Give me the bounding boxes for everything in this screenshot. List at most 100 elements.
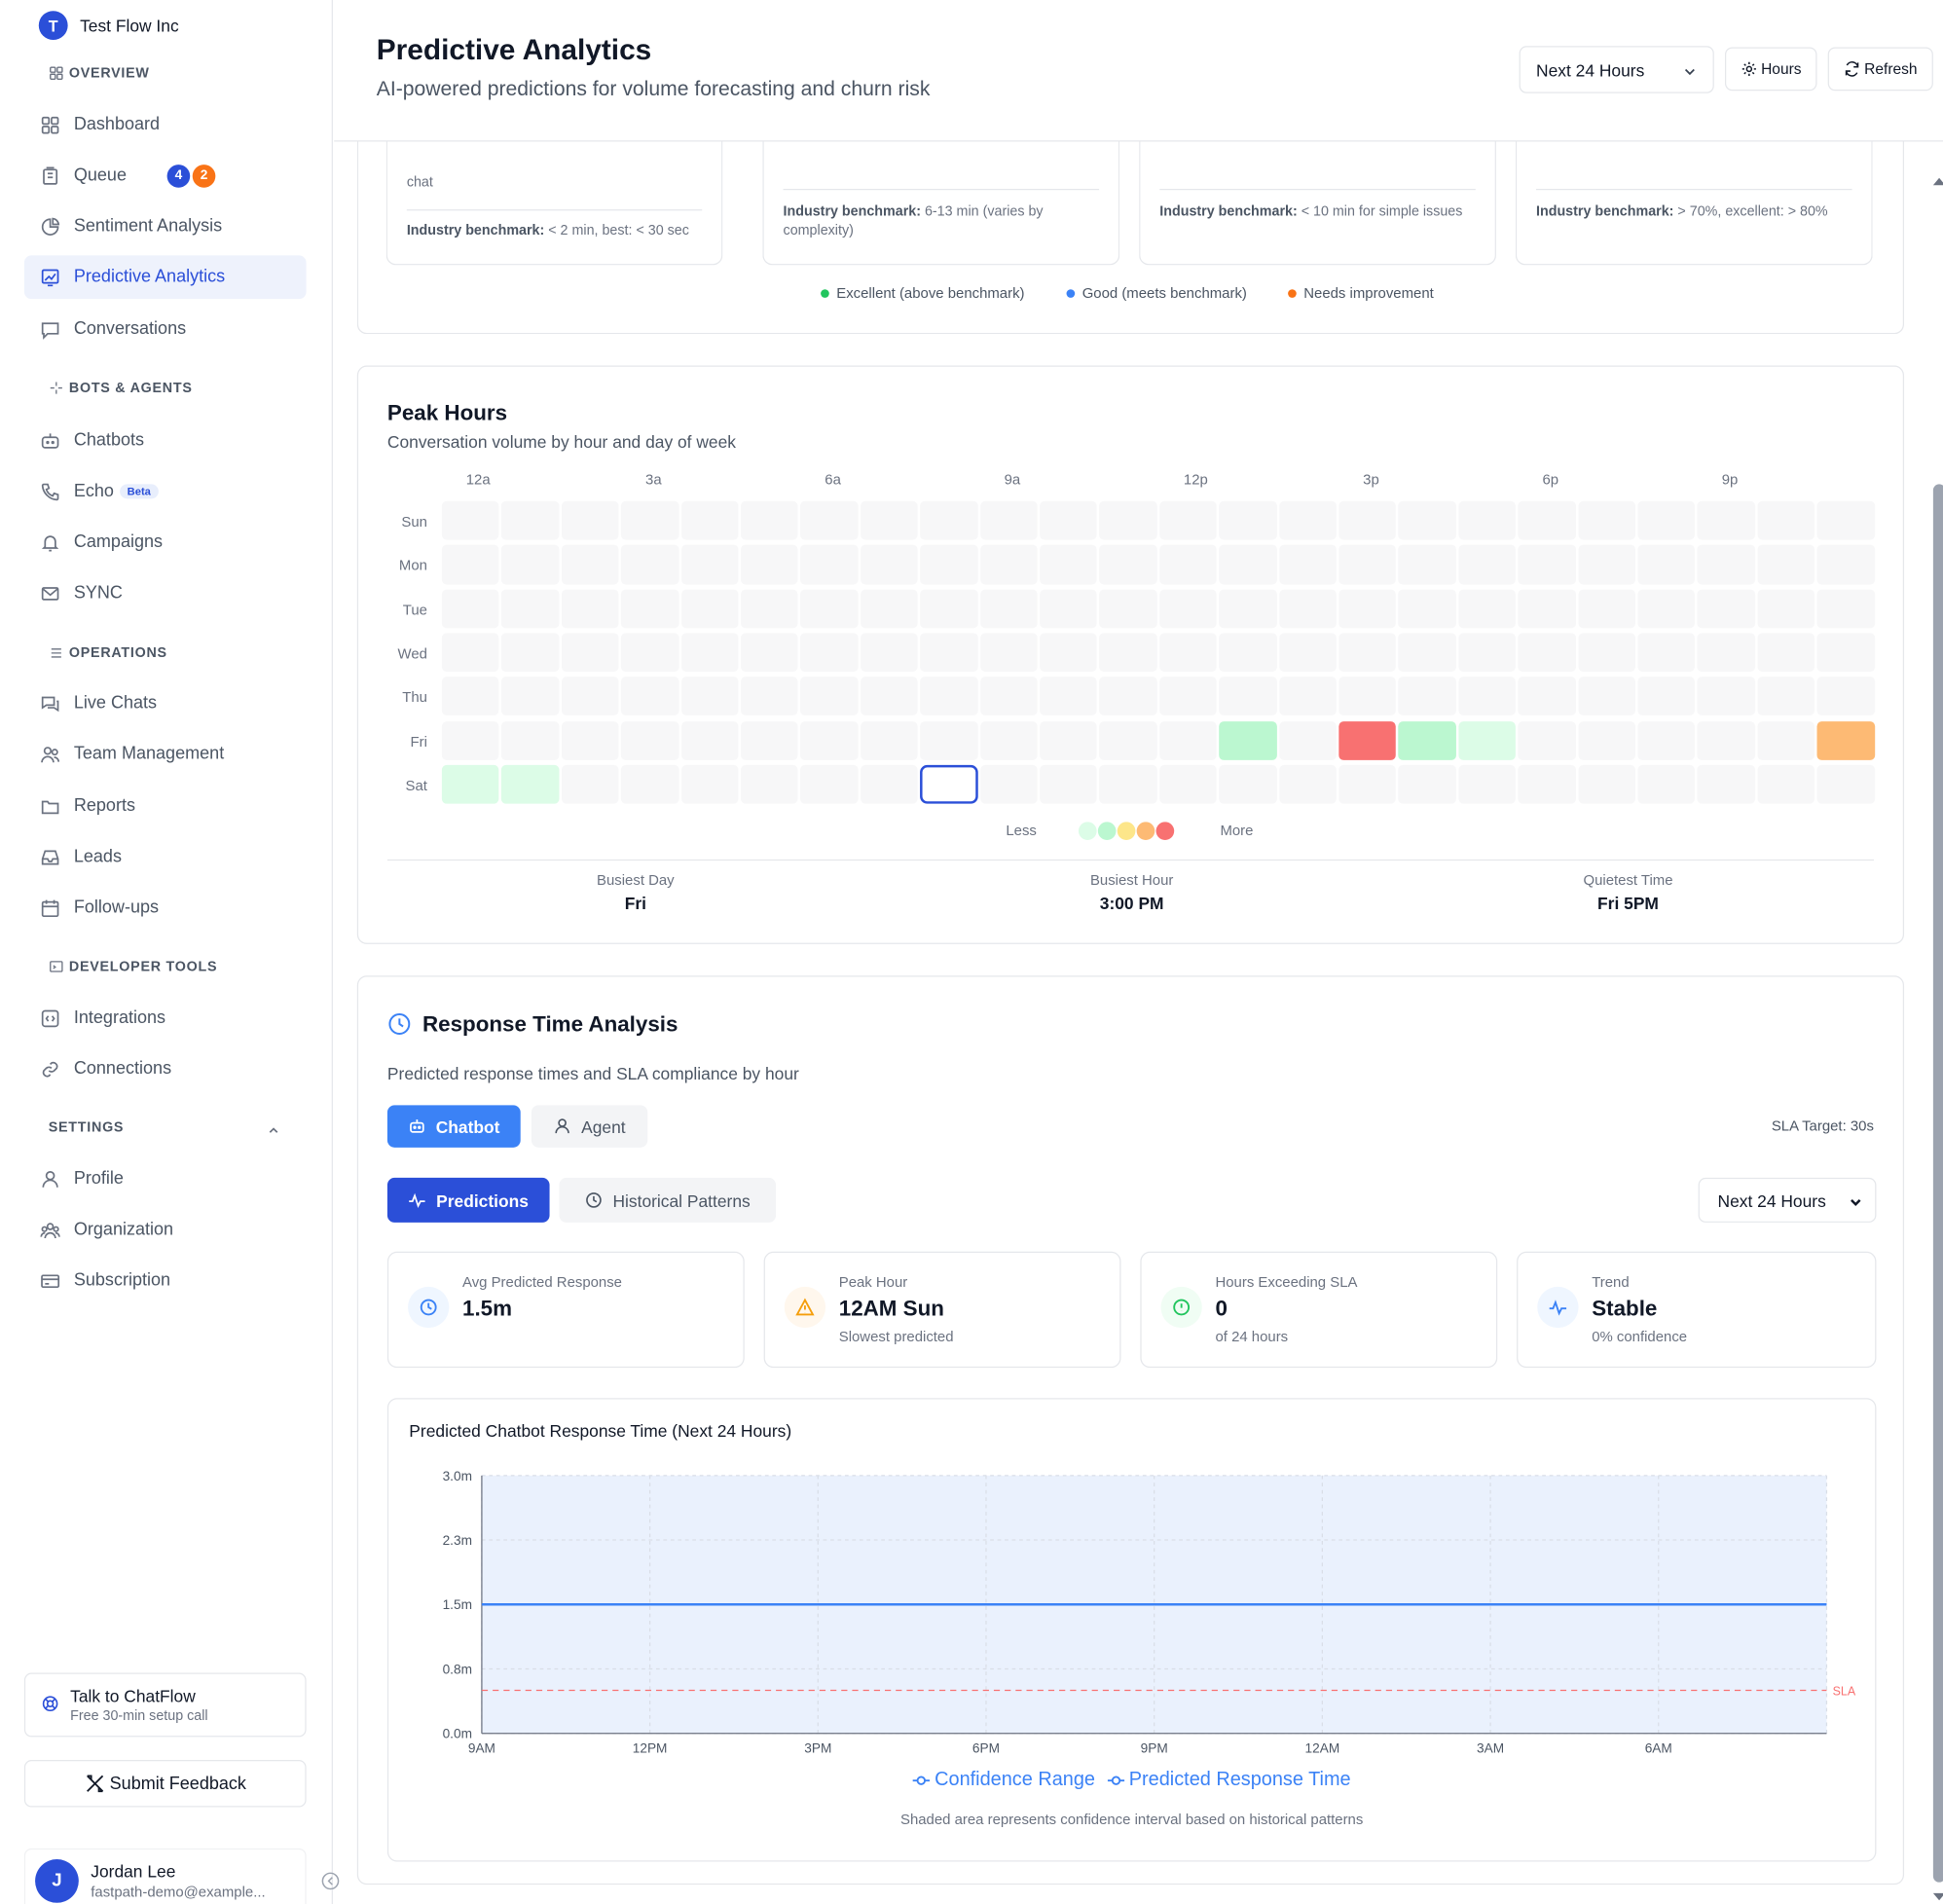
heatmap-cell[interactable] [979,500,1038,540]
heatmap-cell[interactable] [1338,677,1397,716]
sidebar-item-team[interactable]: Team Management [24,732,307,776]
sidebar-item-followups[interactable]: Follow-ups [24,886,307,930]
scrollbar-thumb[interactable] [1932,484,1943,1883]
heatmap-cell[interactable] [1757,720,1815,760]
heatmap-cell[interactable] [1816,677,1875,716]
heatmap-cell[interactable] [1398,589,1456,629]
heatmap-cell[interactable] [1757,764,1815,804]
heatmap-cell[interactable] [621,633,679,673]
heatmap-cell[interactable] [1099,677,1157,716]
heatmap-cell[interactable] [1637,764,1696,804]
heatmap-cell[interactable] [1637,720,1696,760]
heatmap-cell[interactable] [1458,764,1517,804]
heatmap-cell[interactable] [1757,544,1815,585]
heatmap-cell[interactable] [979,589,1038,629]
heatmap-cell[interactable] [1578,500,1635,540]
heatmap-cell[interactable] [1338,500,1397,540]
view-historical[interactable]: Historical Patterns [559,1177,777,1223]
heatmap-cell[interactable] [860,544,918,585]
heatmap-cell[interactable] [1219,720,1277,760]
heatmap-cell[interactable] [920,544,978,585]
heatmap-cell[interactable] [1099,720,1157,760]
heatmap-cell[interactable] [621,677,679,716]
heatmap-cell[interactable] [979,677,1038,716]
heatmap-cell[interactable] [860,500,918,540]
chevron-up-icon[interactable] [267,1123,281,1138]
heatmap-cell[interactable] [1159,589,1217,629]
heatmap-cell[interactable] [920,500,978,540]
heatmap-cell[interactable] [680,720,739,760]
tab-agent[interactable]: Agent [531,1105,648,1148]
sidebar-item-organization[interactable]: Organization [24,1208,307,1252]
heatmap-cell[interactable] [680,500,739,540]
heatmap-cell[interactable] [1816,633,1875,673]
heatmap-cell[interactable] [1637,633,1696,673]
collapse-sidebar-icon[interactable] [321,1871,341,1890]
heatmap-cell[interactable] [1278,589,1337,629]
heatmap-cell[interactable] [741,633,798,673]
heatmap-cell[interactable] [1338,720,1397,760]
sidebar-item-chatbots[interactable]: Chatbots [24,419,307,462]
heatmap-cell[interactable] [1278,764,1337,804]
heatmap-cell[interactable] [1697,764,1755,804]
heatmap-cell[interactable] [920,589,978,629]
heatmap-cell[interactable] [1398,720,1456,760]
heatmap-cell[interactable] [1458,633,1517,673]
user-menu[interactable]: J Jordan Lee fastpath-demo@example... [23,1848,307,1904]
sidebar-item-queue[interactable]: Queue 4 2 [24,154,307,198]
heatmap-cell[interactable] [1637,677,1696,716]
heatmap-cell[interactable] [979,720,1038,760]
sidebar-item-campaigns[interactable]: Campaigns [24,521,307,565]
heatmap-cell[interactable] [1578,544,1635,585]
heatmap-cell[interactable] [1099,589,1157,629]
heatmap-cell[interactable] [1757,677,1815,716]
heatmap-cell[interactable] [1816,764,1875,804]
heatmap-cell[interactable] [1219,589,1277,629]
heatmap-cell[interactable] [1578,589,1635,629]
heatmap-cell[interactable] [1040,677,1098,716]
heatmap-cell[interactable] [621,720,679,760]
heatmap-cell[interactable] [441,500,499,540]
heatmap-cell[interactable] [680,544,739,585]
heatmap-cell[interactable] [741,677,798,716]
scroll-up-icon[interactable] [1932,175,1943,187]
heatmap-cell[interactable] [800,544,859,585]
heatmap-cell[interactable] [561,764,619,804]
heatmap-cell[interactable] [979,544,1038,585]
heatmap-cell[interactable] [621,589,679,629]
heatmap-cell[interactable] [1518,500,1576,540]
sidebar-item-leads[interactable]: Leads [24,835,307,879]
heatmap-cell[interactable] [621,764,679,804]
rta-range-select[interactable]: Next 24 Hours [1698,1177,1877,1223]
heatmap-cell[interactable] [1697,589,1755,629]
heatmap-cell[interactable] [1757,633,1815,673]
heatmap-cell[interactable] [741,500,798,540]
heatmap-cell[interactable] [1578,633,1635,673]
heatmap-cell[interactable] [1578,677,1635,716]
heatmap-cell[interactable] [920,677,978,716]
heatmap-cell[interactable] [561,544,619,585]
heatmap-cell[interactable] [1578,720,1635,760]
heatmap-cell[interactable] [1338,589,1397,629]
heatmap-cell[interactable] [680,677,739,716]
heatmap-cell[interactable] [1637,544,1696,585]
heatmap-cell[interactable] [1518,589,1576,629]
sidebar-item-connections[interactable]: Connections [24,1047,307,1091]
heatmap-cell[interactable] [800,677,859,716]
heatmap-cell[interactable] [441,544,499,585]
heatmap-cell[interactable] [741,589,798,629]
talk-to-chatflow-button[interactable]: Talk to ChatFlow Free 30-min setup call [23,1672,307,1738]
heatmap-cell[interactable] [860,764,918,804]
scroll-down-icon[interactable] [1932,1890,1943,1902]
heatmap-cell[interactable] [1040,589,1098,629]
heatmap-cell[interactable] [1338,544,1397,585]
heatmap-cell[interactable] [1398,764,1456,804]
heatmap-cell[interactable] [1637,500,1696,540]
heatmap-cell[interactable] [561,589,619,629]
heatmap-cell[interactable] [1518,544,1576,585]
heatmap-cell[interactable] [680,589,739,629]
heatmap-cell[interactable] [860,633,918,673]
heatmap-cell[interactable] [1697,500,1755,540]
heatmap-cell[interactable] [741,720,798,760]
hours-button[interactable]: Hours [1724,47,1817,92]
